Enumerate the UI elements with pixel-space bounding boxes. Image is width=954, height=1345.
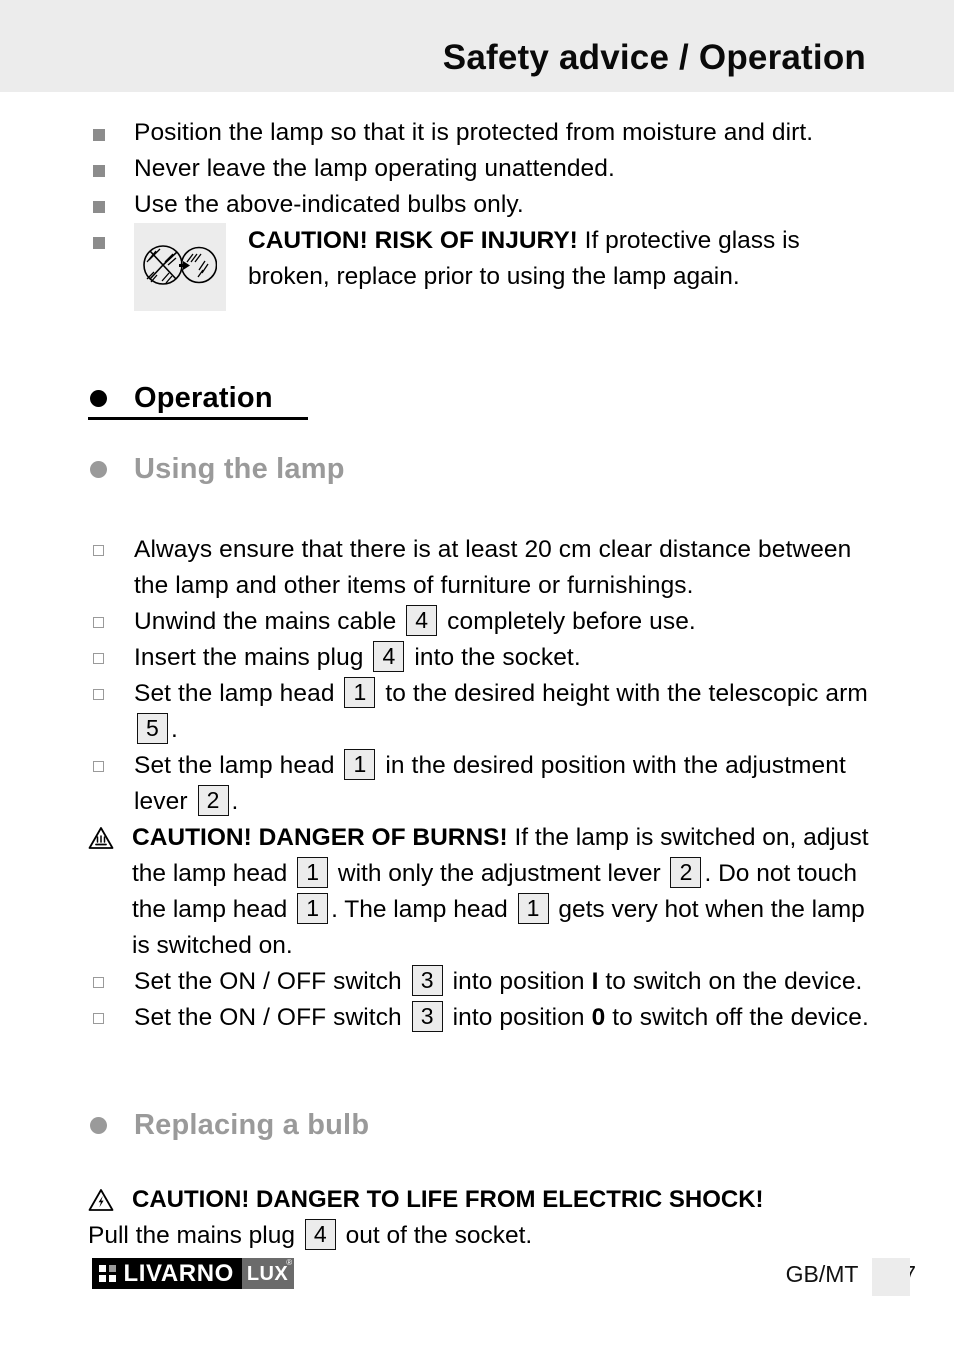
section-heading-replacing-a-bulb: Replacing a bulb: [0, 1106, 954, 1144]
risk-of-injury-lead: CAUTION! RISK OF INJURY!: [248, 227, 578, 254]
list-item: Insert the mains plug 4 into the socket.: [0, 640, 954, 676]
list-item-text: Insert the mains plug 4 into the socket.: [134, 640, 581, 672]
risk-of-injury-notice: CAUTION! RISK OF INJURY! If protective g…: [0, 223, 954, 311]
reference-number-box: 1: [517, 892, 549, 924]
reference-number-box: 4: [304, 1218, 336, 1250]
list-item: Position the lamp so that it is protecte…: [0, 115, 954, 151]
list-item-text: Position the lamp so that it is protecte…: [134, 119, 814, 146]
list-item: Set the lamp head 1 to the desired heigh…: [0, 676, 954, 748]
bullet-square-hollow-icon: [88, 748, 134, 784]
list-item-text: Set the lamp head 1 in the desired posit…: [134, 748, 846, 816]
bullet-square-hollow-icon: [88, 964, 134, 1000]
danger-of-burns-text: CAUTION! DANGER OF BURNS! If the lamp is…: [132, 823, 869, 959]
warning-hot-surface-triangle-icon: [88, 820, 132, 855]
list-item: Always ensure that there is at least 20 …: [0, 532, 954, 604]
bullet-square-hollow-icon: [88, 676, 134, 712]
electric-shock-warning: CAUTION! DANGER TO LIFE FROM ELECTRIC SH…: [0, 1182, 954, 1218]
bullet-dot-icon: [88, 1106, 134, 1144]
page-content: Position the lamp so that it is protecte…: [0, 92, 954, 1254]
bold-text: CAUTION! DANGER OF BURNS!: [132, 823, 508, 851]
bullet-square-icon: [88, 223, 134, 259]
livarno-lux-logo: LIVARNO LUX ®: [92, 1258, 295, 1289]
list-item: Set the lamp head 1 in the desired posit…: [0, 748, 954, 820]
bullet-square-hollow-icon: [88, 1000, 134, 1036]
section-heading-using-the-lamp: Using the lamp: [0, 450, 954, 488]
bullet-square-icon: [88, 115, 134, 151]
list-item-text: Set the ON / OFF switch 3 into position …: [134, 964, 863, 996]
list-item: Set the ON / OFF switch 3 into position …: [0, 1000, 954, 1036]
registered-trademark-icon: ®: [286, 1258, 293, 1267]
replacing-bulb-instruction: Pull the mains plug 4 out of the socket.: [88, 1218, 533, 1250]
list-item: Use the above-indicated bulbs only.: [0, 187, 954, 223]
reference-number-box: 4: [373, 640, 405, 672]
electric-shock-lead: CAUTION! DANGER TO LIFE FROM ELECTRIC SH…: [132, 1185, 764, 1213]
list-item: Never leave the lamp operating unattende…: [0, 151, 954, 187]
section-heading-operation: Operation: [0, 379, 954, 417]
bold-text: 0: [591, 1003, 606, 1031]
list-item-text: Unwind the mains cable 4 completely befo…: [134, 604, 696, 636]
danger-of-burns-warning: CAUTION! DANGER OF BURNS! If the lamp is…: [0, 820, 954, 964]
bullet-dot-icon: [88, 450, 134, 488]
logo-main-block: LIVARNO: [92, 1258, 242, 1289]
section-heading-text: Replacing a bulb: [134, 1108, 370, 1141]
page-title: Safety advice / Operation: [442, 38, 866, 77]
using-the-lamp-list: Always ensure that there is at least 20 …: [0, 532, 954, 820]
logo-lux-block: LUX ®: [241, 1258, 295, 1289]
on-off-switch-list: Set the ON / OFF switch 3 into position …: [0, 964, 954, 1036]
warning-electric-shock-triangle-icon: [88, 1182, 132, 1217]
reference-number-box: 5: [137, 712, 168, 744]
broken-glass-replacement-pictogram: [134, 223, 226, 311]
reference-number-box: 1: [297, 856, 329, 888]
page-footer: LIVARNO LUX ® GB/MT 47: [0, 1250, 954, 1345]
reference-number-box: 1: [344, 676, 376, 708]
bullet-square-hollow-icon: [88, 532, 134, 568]
section-heading-text: Using the lamp: [134, 452, 345, 485]
bullet-square-icon: [88, 187, 134, 223]
page-header: Safety advice / Operation: [0, 0, 954, 92]
reference-number-box: 4: [406, 604, 438, 636]
list-item-text: Set the lamp head 1 to the desired heigh…: [134, 676, 868, 744]
safety-advice-list: Position the lamp so that it is protecte…: [0, 115, 954, 311]
list-item: Set the ON / OFF switch 3 into position …: [0, 964, 954, 1000]
list-item-text: Use the above-indicated bulbs only.: [134, 191, 524, 218]
bullet-square-icon: [88, 151, 134, 187]
list-item: Unwind the mains cable 4 completely befo…: [0, 604, 954, 640]
reference-number-box: 1: [297, 892, 329, 924]
logo-lux-text: LUX: [246, 1262, 289, 1285]
risk-of-injury-text: CAUTION! RISK OF INJURY! If protective g…: [248, 223, 876, 295]
bullet-square-hollow-icon: [88, 640, 134, 676]
reference-number-box: 2: [197, 784, 229, 816]
bullet-dot-icon: [88, 379, 134, 417]
reference-number-box: 3: [411, 964, 443, 996]
footer-color-chip: [872, 1258, 910, 1296]
footer-language: GB/MT: [785, 1261, 859, 1287]
list-item-text: Always ensure that there is at least 20 …: [134, 535, 852, 599]
section-heading-text: Operation: [134, 382, 273, 414]
reference-number-box: 1: [344, 748, 376, 780]
bullet-square-hollow-icon: [88, 604, 134, 640]
reference-number-box: 2: [670, 856, 702, 888]
bold-text: I: [591, 967, 599, 995]
reference-number-box: 3: [411, 1000, 443, 1032]
list-item-text: Set the ON / OFF switch 3 into position …: [134, 1000, 869, 1032]
list-item-text: Never leave the lamp operating unattende…: [134, 155, 615, 182]
logo-grid-icon: [99, 1265, 116, 1282]
logo-wordmark: LIVARNO: [123, 1259, 234, 1287]
